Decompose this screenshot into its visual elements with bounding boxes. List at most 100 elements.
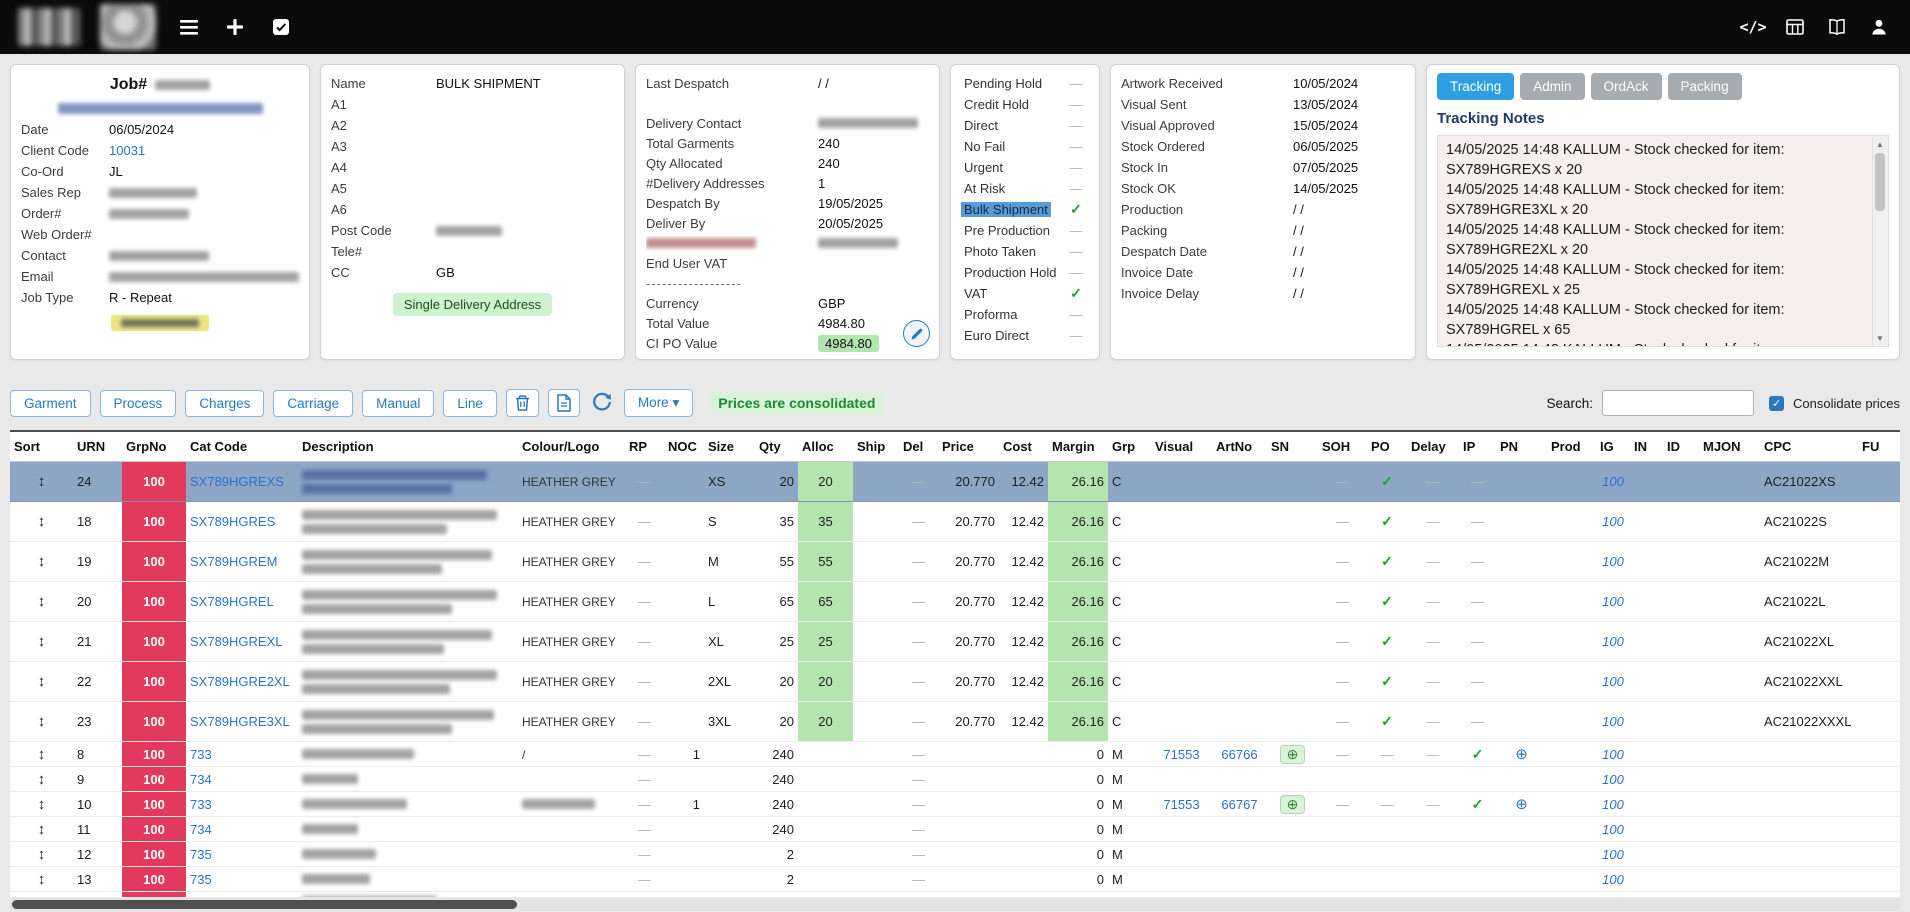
check-square-icon[interactable]: [268, 14, 294, 40]
col-header-cost[interactable]: Cost: [999, 432, 1048, 462]
cat-code-link[interactable]: SX789HGREXS: [190, 474, 284, 489]
col-header-ip[interactable]: IP: [1459, 432, 1496, 462]
menu-icon[interactable]: [176, 14, 202, 40]
cat-code-link[interactable]: SX789HGREL: [190, 594, 274, 609]
ig-link[interactable]: 100: [1602, 772, 1624, 787]
cat-code-link[interactable]: 734: [190, 772, 212, 787]
flag-row-proforma[interactable]: Proforma—: [961, 304, 1089, 325]
plus-icon[interactable]: [222, 14, 248, 40]
table-row[interactable]: ↕24100SX789HGREXSHEATHER GREY—XS2020—20.…: [10, 462, 1900, 502]
flag-row-at-risk[interactable]: At Risk—: [961, 178, 1089, 199]
stock-allocate-icon[interactable]: ⊕: [1280, 745, 1306, 764]
scroll-down-icon[interactable]: ▼: [1873, 331, 1887, 345]
more-button[interactable]: More ▾: [624, 389, 693, 417]
col-header-cpc[interactable]: CPC: [1760, 432, 1858, 462]
tab-tracking[interactable]: Tracking: [1437, 73, 1514, 100]
col-header-cat[interactable]: Cat Code: [186, 432, 298, 462]
col-header-ship[interactable]: Ship: [853, 432, 899, 462]
search-input[interactable]: [1602, 390, 1754, 416]
col-header-po[interactable]: PO: [1367, 432, 1407, 462]
col-header-noc[interactable]: NOC: [664, 432, 704, 462]
spreadsheet-icon[interactable]: [1782, 14, 1808, 40]
ig-link[interactable]: 100: [1602, 474, 1624, 489]
col-header-artno[interactable]: ArtNo: [1212, 432, 1267, 462]
drag-handle-icon[interactable]: ↕: [38, 796, 46, 813]
ig-link[interactable]: 100: [1602, 822, 1624, 837]
table-row[interactable]: ↕10100733—1240—0M7155366767⊕———✓⊕100: [10, 792, 1900, 817]
garment-button[interactable]: Garment: [10, 390, 91, 417]
cat-code-link[interactable]: 734: [190, 822, 212, 837]
col-header-size[interactable]: Size: [704, 432, 755, 462]
table-row[interactable]: 100: [10, 892, 1900, 898]
vertical-scrollbar[interactable]: ▲ ▼: [1872, 137, 1887, 345]
drag-handle-icon[interactable]: ↕: [38, 846, 46, 863]
table-row[interactable]: ↕8100733/—1240—0M7155366766⊕———✓⊕100: [10, 742, 1900, 767]
flag-row-credit-hold[interactable]: Credit Hold—: [961, 94, 1089, 115]
table-row[interactable]: ↕22100SX789HGRE2XLHEATHER GREY—2XL2020—2…: [10, 662, 1900, 702]
cat-code-link[interactable]: SX789HGRE3XL: [190, 714, 290, 729]
col-header-fu[interactable]: FU: [1858, 432, 1900, 462]
process-button[interactable]: Process: [100, 390, 177, 417]
col-header-visual[interactable]: Visual: [1151, 432, 1212, 462]
col-header-colour[interactable]: Colour/Logo: [518, 432, 625, 462]
table-row[interactable]: ↕20100SX789HGRELHEATHER GREY—L6565—20.77…: [10, 582, 1900, 622]
col-header-grp[interactable]: Grp: [1108, 432, 1151, 462]
artno-link[interactable]: 66767: [1221, 797, 1257, 812]
cat-code-link[interactable]: SX789HGRE2XL: [190, 674, 290, 689]
horizontal-scrollbar[interactable]: [10, 898, 1900, 911]
col-header-del[interactable]: Del: [899, 432, 938, 462]
col-header-alloc[interactable]: Alloc: [798, 432, 853, 462]
table-row[interactable]: ↕13100735—2—0M100: [10, 867, 1900, 892]
cat-code-link[interactable]: 733: [190, 797, 212, 812]
visual-link[interactable]: 71553: [1163, 797, 1199, 812]
ig-link[interactable]: 100: [1602, 674, 1624, 689]
ig-link[interactable]: 100: [1602, 634, 1624, 649]
scrollbar-thumb[interactable]: [12, 900, 517, 909]
flag-row-production-hold[interactable]: Production Hold—: [961, 262, 1089, 283]
ig-link[interactable]: 100: [1602, 797, 1624, 812]
flag-row-no-fail[interactable]: No Fail—: [961, 136, 1089, 157]
col-header-sn[interactable]: SN: [1267, 432, 1318, 462]
visual-link[interactable]: 71553: [1163, 747, 1199, 762]
cat-code-link[interactable]: SX789HGREM: [190, 554, 277, 569]
table-row[interactable]: ↕19100SX789HGREMHEATHER GREY—M5555—20.77…: [10, 542, 1900, 582]
table-row[interactable]: ↕12100735—2—0M100: [10, 842, 1900, 867]
artno-link[interactable]: 66766: [1221, 747, 1257, 762]
cat-code-link[interactable]: SX789HGREXL: [190, 634, 283, 649]
cat-code-link[interactable]: SX789HGRES: [190, 514, 275, 529]
drag-handle-icon[interactable]: ↕: [38, 673, 46, 690]
ig-link[interactable]: 100: [1602, 514, 1624, 529]
col-header-sort[interactable]: Sort: [10, 432, 73, 462]
client-name[interactable]: [21, 97, 299, 119]
drag-handle-icon[interactable]: ↕: [38, 473, 46, 490]
flag-row-bulk-shipment[interactable]: Bulk Shipment✓: [961, 199, 1089, 220]
col-header-rp[interactable]: RP: [625, 432, 664, 462]
col-header-desc[interactable]: Description: [298, 432, 518, 462]
ig-link[interactable]: 100: [1602, 847, 1624, 862]
table-row[interactable]: ↕11100734—240—0M100: [10, 817, 1900, 842]
table-row[interactable]: ↕21100SX789HGREXLHEATHER GREY—XL2525—20.…: [10, 622, 1900, 662]
flag-row-direct[interactable]: Direct—: [961, 115, 1089, 136]
manual-button[interactable]: Manual: [362, 390, 434, 417]
drag-handle-icon[interactable]: ↕: [38, 821, 46, 838]
flag-row-urgent[interactable]: Urgent—: [961, 157, 1089, 178]
cat-code-link[interactable]: 735: [190, 872, 212, 887]
ig-link[interactable]: 100: [1602, 714, 1624, 729]
tracking-notes-box[interactable]: 14/05/2025 14:48 KALLUM - Stock checked …: [1437, 135, 1889, 347]
cat-code-link[interactable]: 733: [190, 747, 212, 762]
col-header-price[interactable]: Price: [938, 432, 999, 462]
tab-ordack[interactable]: OrdAck: [1591, 73, 1662, 100]
edit-value-button[interactable]: [903, 320, 930, 347]
consolidate-checkbox[interactable]: ✓: [1769, 396, 1784, 411]
cat-code-link[interactable]: 735: [190, 847, 212, 862]
table-row[interactable]: ↕18100SX789HGRESHEATHER GREY—S3535—20.77…: [10, 502, 1900, 542]
drag-handle-icon[interactable]: ↕: [38, 746, 46, 763]
drag-handle-icon[interactable]: ↕: [38, 553, 46, 570]
field-value-link[interactable]: 10031: [109, 143, 145, 158]
code-icon[interactable]: </>: [1740, 14, 1766, 40]
refresh-button[interactable]: [589, 389, 615, 418]
col-header-grpno[interactable]: GrpNo: [122, 432, 186, 462]
ig-link[interactable]: 100: [1602, 594, 1624, 609]
col-header-mjon[interactable]: MJON: [1699, 432, 1760, 462]
book-icon[interactable]: [1824, 14, 1850, 40]
